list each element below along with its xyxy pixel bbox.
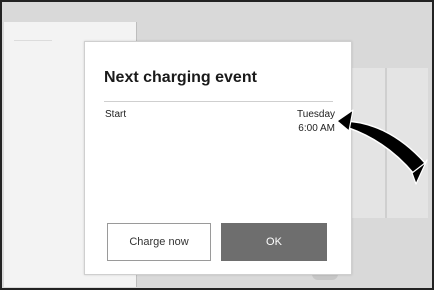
start-label: Start <box>105 109 127 120</box>
next-charging-event-dialog: Next charging event Start Tuesday 6:00 A… <box>84 41 352 275</box>
charge-now-button[interactable]: Charge now <box>107 223 211 261</box>
start-time[interactable]: 6:00 AM <box>298 123 335 134</box>
background-text-line <box>14 40 52 41</box>
background-tile <box>387 68 429 218</box>
dialog-title: Next charging event <box>104 69 257 86</box>
title-divider <box>104 101 333 102</box>
ok-button[interactable]: OK <box>221 223 327 261</box>
start-day: Tuesday <box>297 109 335 120</box>
